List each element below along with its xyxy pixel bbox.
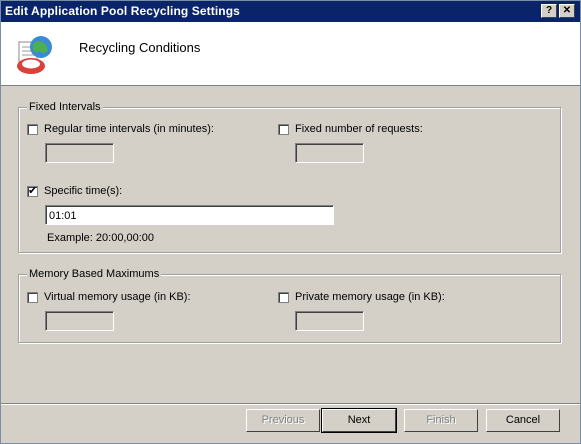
title-bar: Edit Application Pool Recycling Settings… [1, 1, 580, 22]
specific-times-checkbox[interactable]: Specific time(s): [27, 184, 123, 197]
help-button[interactable]: ? [541, 4, 557, 18]
close-button[interactable]: ✕ [559, 4, 575, 18]
private-memory-label: Private memory usage (in KB): [295, 291, 445, 303]
checkbox-box[interactable] [27, 291, 38, 303]
private-memory-checkbox[interactable]: Private memory usage (in KB): [278, 291, 445, 303]
regular-intervals-checkbox[interactable]: Regular time intervals (in minutes): [27, 123, 214, 135]
regular-intervals-field[interactable] [45, 143, 114, 163]
virtual-memory-checkbox[interactable]: Virtual memory usage (in KB): [27, 291, 191, 303]
virtual-memory-field[interactable] [45, 311, 114, 331]
next-button[interactable]: Next [321, 408, 397, 433]
page-title: Recycling Conditions [79, 40, 201, 55]
specific-times-label: Specific time(s): [44, 185, 123, 197]
header-panel: Recycling Conditions [1, 22, 580, 86]
fixed-requests-checkbox[interactable]: Fixed number of requests: [278, 123, 423, 135]
checkbox-box[interactable] [27, 184, 38, 197]
regular-intervals-label: Regular time intervals (in minutes): [44, 123, 214, 135]
footer-separator [1, 403, 580, 405]
finish-button[interactable]: Finish [404, 409, 478, 432]
window-title: Edit Application Pool Recycling Settings [5, 4, 240, 18]
dialog-window: Edit Application Pool Recycling Settings… [0, 0, 581, 444]
specific-times-input[interactable]: 01:01 [45, 205, 334, 225]
memory-group-label: Memory Based Maximums [27, 268, 162, 280]
private-memory-field[interactable] [295, 311, 364, 331]
cancel-button[interactable]: Cancel [486, 409, 560, 432]
fixed-requests-label: Fixed number of requests: [295, 123, 423, 135]
previous-button[interactable]: Previous [246, 409, 320, 432]
virtual-memory-label: Virtual memory usage (in KB): [44, 291, 191, 303]
checkbox-box[interactable] [278, 123, 289, 135]
fixed-intervals-label: Fixed Intervals [27, 101, 103, 113]
memory-group: Memory Based Maximums [18, 268, 561, 343]
example-text: Example: 20:00,00:00 [47, 232, 155, 244]
globe-recycle-icon [17, 36, 52, 74]
fixed-requests-field[interactable] [295, 143, 364, 163]
checkbox-box[interactable] [278, 291, 289, 303]
checkbox-box[interactable] [27, 123, 38, 135]
